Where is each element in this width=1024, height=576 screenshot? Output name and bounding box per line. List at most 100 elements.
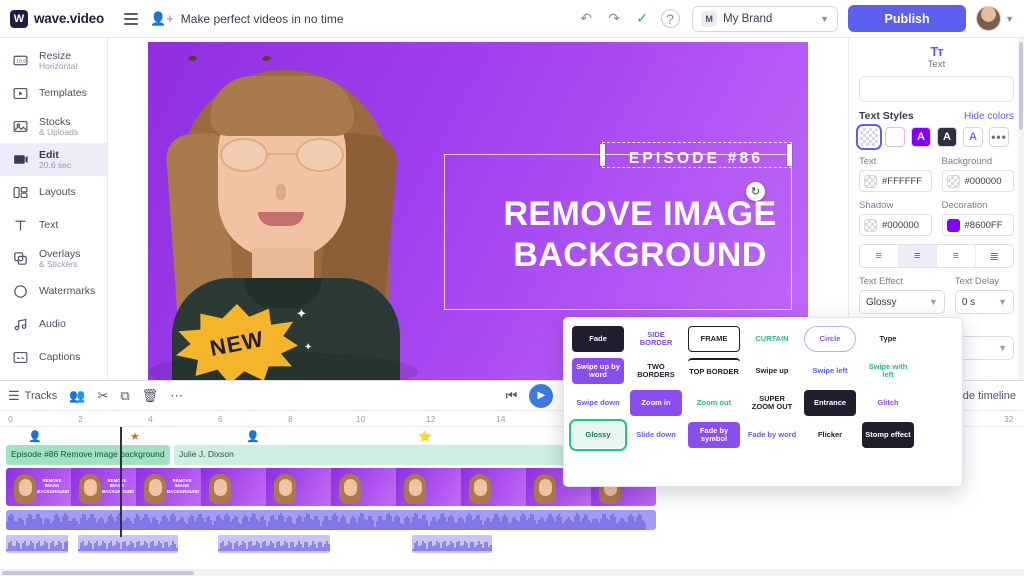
thumbnail-cell[interactable]	[396, 468, 461, 506]
thumbnail-cell[interactable]: REMOVE IMAGE BACKGROUND	[71, 468, 136, 506]
thumbnail-cell[interactable]	[461, 468, 526, 506]
effect-item[interactable]: Swipe left	[804, 358, 856, 384]
style-swatch-ghost-a[interactable]: A	[963, 127, 983, 147]
audio-waveform-track[interactable]	[6, 510, 656, 530]
redo-icon[interactable]: ↷	[600, 5, 628, 33]
skip-previous-icon[interactable]: ⏮	[506, 388, 518, 404]
voiceover-icon[interactable]: 👥	[69, 388, 85, 404]
duplicate-icon[interactable]: ⧉	[120, 388, 129, 404]
logo-text: wave.video	[34, 11, 105, 26]
effect-item[interactable]: Zoom out	[688, 390, 740, 416]
trash-icon[interactable]: 🗑	[142, 388, 159, 404]
effect-item[interactable]: Fade	[572, 326, 624, 352]
person-marker-icon[interactable]: 👤	[246, 430, 260, 443]
video-thumbnail-track[interactable]: REMOVE IMAGE BACKGROUND REMOVE IMAGE BAC…	[6, 468, 656, 506]
undo-icon[interactable]: ↶	[572, 5, 600, 33]
audio-clips-track[interactable]	[6, 535, 656, 553]
style-swatch-more[interactable]: •••	[989, 127, 1009, 147]
play-button[interactable]: ▶	[529, 383, 554, 408]
brand-selector[interactable]: M My Brand ▼	[692, 5, 839, 32]
effect-item[interactable]: FRAME	[688, 326, 740, 352]
project-title-group[interactable]: 👤+ Make perfect videos in no time	[150, 11, 344, 27]
effect-item[interactable]: Stomp effect	[862, 422, 914, 448]
add-person-icon[interactable]: 👤+	[150, 11, 174, 27]
thumbnail-cell[interactable]	[331, 468, 396, 506]
sidebar-item-resize[interactable]: 16:9 Resize Horizontal	[0, 44, 107, 77]
sidebar-item-layouts[interactable]: Layouts	[0, 176, 107, 209]
align-left-button[interactable]: ≡	[860, 245, 899, 267]
avatar[interactable]	[976, 6, 1002, 31]
effect-item[interactable]: SIDE BORDER	[630, 326, 682, 352]
help-button[interactable]: ?	[656, 5, 684, 33]
effect-item[interactable]: Entrance	[804, 390, 856, 416]
thumbnail-cell[interactable]: REMOVE IMAGE BACKGROUND	[136, 468, 201, 506]
effect-item[interactable]: Flicker	[804, 422, 856, 448]
episode-text-wrap[interactable]: EPISODE #86	[600, 150, 792, 168]
effect-item[interactable]: Circle	[804, 326, 856, 352]
effect-item-selected[interactable]: Glossy	[569, 419, 627, 451]
effect-item[interactable]: TOP BORDER	[688, 358, 740, 384]
effect-item[interactable]: Swipe up by word	[572, 358, 624, 384]
thumbnail-cell[interactable]: REMOVE IMAGE BACKGROUND	[6, 468, 71, 506]
more-options-icon[interactable]: ⋯	[170, 388, 183, 404]
effect-item[interactable]: Swipe down	[572, 390, 624, 416]
align-center-button[interactable]: ≡	[898, 245, 937, 267]
effect-item[interactable]: Fade by symbol	[688, 422, 740, 448]
sidebar-item-audio[interactable]: Audio	[0, 308, 107, 341]
hide-colors-link[interactable]: Hide colors	[964, 111, 1014, 122]
thumbnail-cell[interactable]	[201, 468, 266, 506]
publish-button[interactable]: Publish	[848, 5, 967, 32]
style-swatch-purple-a[interactable]: A	[911, 127, 931, 147]
sidebar-item-stocks[interactable]: Stocks & Uploads	[0, 110, 107, 143]
sidebar-item-captions[interactable]: Captions	[0, 341, 107, 374]
checkmark-icon[interactable]: ✓	[628, 5, 656, 33]
effect-item[interactable]: SUPER ZOOM OUT	[746, 390, 798, 416]
timeline-clip[interactable]: Episode #86 Remove image background	[6, 445, 170, 465]
effect-item[interactable]: TWO BORDERS	[630, 358, 682, 384]
headline-text[interactable]: REMOVE IMAGE BACKGROUND	[484, 194, 796, 277]
background-color-label: Background	[941, 156, 993, 167]
style-swatch-dark-a[interactable]: A	[937, 127, 957, 147]
playhead[interactable]	[120, 427, 122, 537]
effect-item[interactable]: Glitch	[862, 390, 914, 416]
new-badge-sticker[interactable]: NEW	[176, 304, 298, 384]
text-color-field[interactable]: #FFFFFF	[859, 170, 932, 192]
decoration-color-field[interactable]: #8600FF	[941, 214, 1014, 236]
thumbnail-cell[interactable]	[266, 468, 331, 506]
sidebar-item-overlays[interactable]: Overlays & Stickers	[0, 242, 107, 275]
sidebar-item-watermarks[interactable]: Watermarks	[0, 275, 107, 308]
timeline-horizontal-scrollbar[interactable]	[0, 569, 1024, 576]
effect-item[interactable]: Swipe with left	[862, 358, 914, 384]
star-marker-icon[interactable]: ★	[130, 430, 140, 443]
effect-item[interactable]: Slide down	[630, 422, 682, 448]
shadow-color-field[interactable]: #000000	[859, 214, 932, 236]
star-marker-icon[interactable]: ⭐	[418, 430, 432, 443]
tracks-button[interactable]: ☰ Tracks	[8, 388, 57, 404]
effect-item[interactable]: Zoom in	[630, 390, 682, 416]
style-swatch-outline[interactable]	[856, 124, 882, 150]
hamburger-menu-icon[interactable]	[118, 12, 144, 25]
app-logo[interactable]: W wave.video	[0, 9, 118, 28]
effect-item[interactable]: Swipe up	[746, 358, 798, 384]
sidebar-item-text[interactable]: Text	[0, 209, 107, 242]
scissors-icon[interactable]: ✂	[97, 388, 108, 404]
text-tool-header[interactable]: Tт Text	[859, 44, 1014, 70]
sidebar-item-templates[interactable]: Templates	[0, 77, 107, 110]
text-delay-select[interactable]: 0 s ▼	[954, 290, 1014, 314]
line-spacing-button[interactable]: ≣	[976, 245, 1014, 267]
person-marker-icon[interactable]: 👤	[28, 430, 42, 443]
effect-item[interactable]: CURTAIN	[746, 326, 798, 352]
align-right-button[interactable]: ≡	[937, 245, 976, 267]
color-chip-icon	[946, 218, 960, 232]
project-name[interactable]: Make perfect videos in no time	[181, 12, 344, 26]
text-effect-select[interactable]: Glossy ▼	[859, 290, 945, 314]
font-field[interactable]	[859, 76, 1014, 102]
sidebar-item-edit[interactable]: Edit 20.6 sec	[0, 143, 107, 176]
style-swatch-pink[interactable]	[885, 127, 905, 147]
effect-item[interactable]: Type	[862, 326, 914, 352]
effect-item[interactable]: Fade by word	[746, 422, 798, 448]
text-effect-popover[interactable]: Fade SIDE BORDER FRAME CURTAIN Circle Ty…	[563, 317, 963, 487]
account-menu[interactable]: ▼	[976, 6, 1014, 31]
background-color-field[interactable]: #000000	[941, 170, 1014, 192]
right-panel-scrollbar[interactable]	[1018, 38, 1024, 380]
